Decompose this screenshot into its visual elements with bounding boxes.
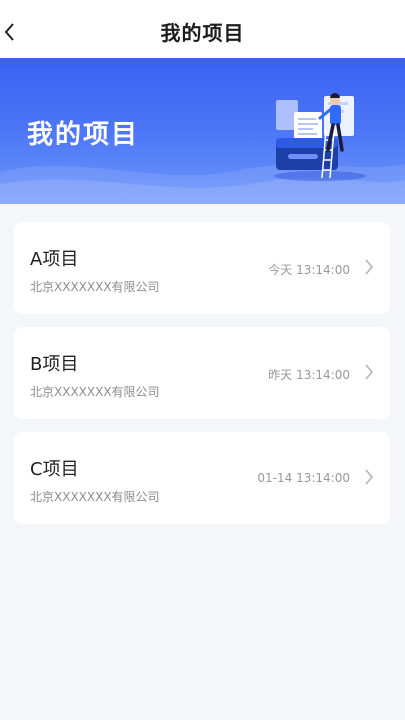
- company-name: 北京XXXXXXX有限公司: [30, 280, 160, 294]
- project-illustration: [274, 93, 366, 181]
- chevron-right-icon: [365, 259, 374, 275]
- project-time: 今天 13:14:00: [268, 263, 350, 277]
- project-card-a[interactable]: A项目 北京XXXXXXX有限公司 今天 13:14:00: [14, 222, 390, 314]
- project-name: C项目: [30, 459, 79, 480]
- project-time: 01-14 13:14:00: [257, 471, 350, 485]
- chevron-right-icon: [365, 364, 374, 380]
- project-card-b[interactable]: B项目 北京XXXXXXX有限公司 昨天 13:14:00: [14, 327, 390, 419]
- page-title: 我的项目: [160, 21, 245, 45]
- project-time: 昨天 13:14:00: [268, 368, 350, 382]
- project-name: A项目: [30, 249, 79, 270]
- banner: 我的项目: [0, 58, 405, 204]
- company-name: 北京XXXXXXX有限公司: [30, 385, 160, 399]
- banner-title: 我的项目: [27, 120, 140, 150]
- project-name: B项目: [30, 354, 79, 375]
- nav-bar: 我的项目: [0, 0, 405, 58]
- company-name: 北京XXXXXXX有限公司: [30, 490, 160, 504]
- project-card-c[interactable]: C项目 北京XXXXXXX有限公司 01-14 13:14:00: [14, 432, 390, 524]
- chevron-right-icon: [365, 469, 374, 485]
